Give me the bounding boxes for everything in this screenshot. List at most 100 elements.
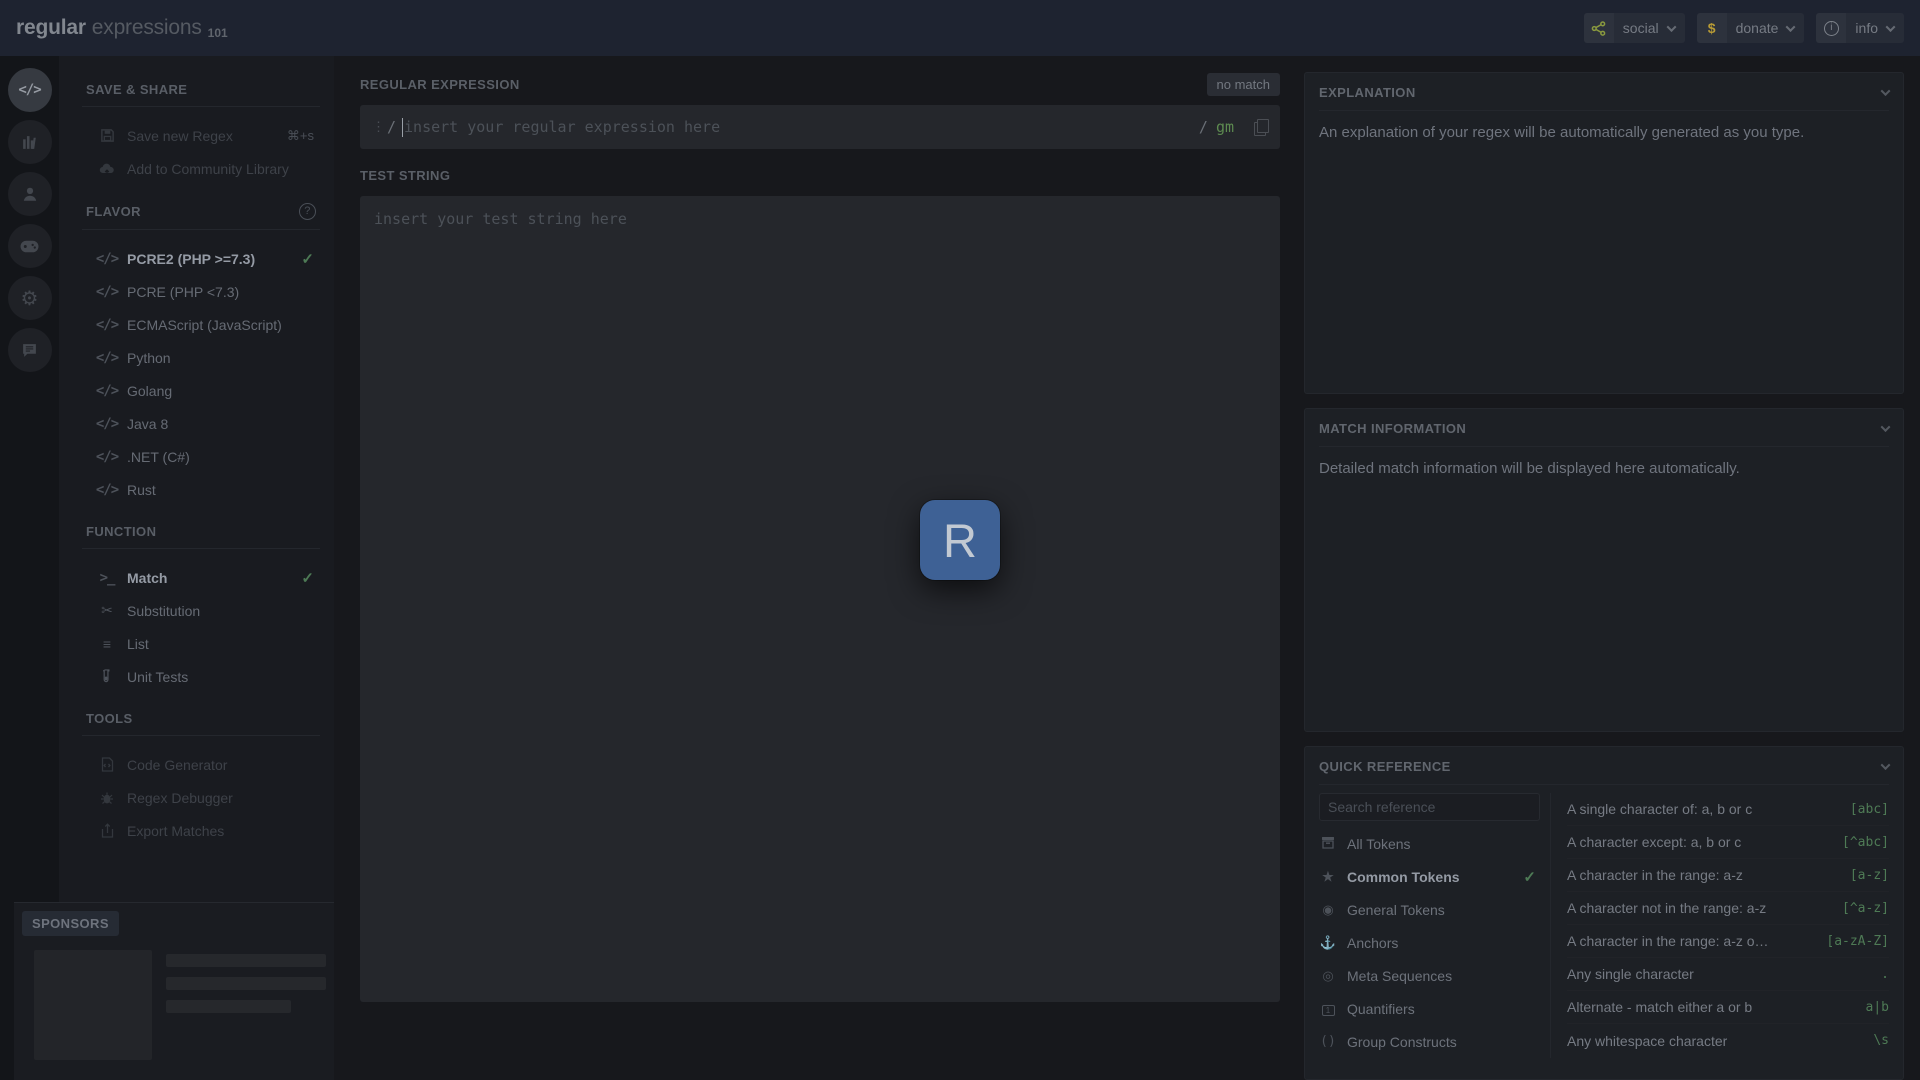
sponsor-skeleton-lines: [166, 950, 326, 1060]
account-tab[interactable]: [8, 172, 52, 216]
regex-open-delimiter: /: [387, 118, 396, 136]
feedback-tab[interactable]: [8, 328, 52, 372]
flavor-item-python[interactable]: </> Python: [86, 341, 320, 374]
category-quantifiers[interactable]: 1 Quantifiers: [1319, 992, 1540, 1025]
code-icon: </>: [18, 82, 40, 98]
category-meta-sequences[interactable]: ◎ Meta Sequences: [1319, 959, 1540, 992]
add-to-community-library-button[interactable]: Add to Community Library: [86, 152, 320, 185]
category-all-tokens[interactable]: All Tokens: [1319, 827, 1540, 860]
social-dropdown-button[interactable]: social: [1584, 13, 1685, 43]
tools-section-title: TOOLS: [86, 711, 320, 726]
delimiter-menu-icon[interactable]: ⋮: [372, 120, 385, 135]
flavor-item-golang[interactable]: </> Golang: [86, 374, 320, 407]
collapse-chevron-icon[interactable]: [1881, 760, 1891, 770]
check-icon: ✓: [1523, 868, 1536, 886]
header-nav: social $ donate i info: [1584, 13, 1904, 43]
explanation-title: EXPLANATION: [1319, 85, 1416, 100]
sponsor-skeleton-line: [166, 1000, 291, 1013]
function-item-unit-tests[interactable]: Unit Tests: [86, 660, 320, 693]
logo-word-expressions: expressions: [92, 16, 202, 40]
match-information-title: MATCH INFORMATION: [1319, 421, 1466, 436]
tools-item-regex-debugger[interactable]: Regex Debugger: [86, 781, 320, 814]
category-group-constructs[interactable]: () Group Constructs: [1319, 1025, 1540, 1058]
quick-reference-categories: All Tokens ★ Common Tokens ✓ ◉ General T…: [1319, 793, 1551, 1058]
test-string-input[interactable]: insert your test string here: [360, 196, 1280, 1002]
save-shortcut: ⌘+s: [287, 128, 314, 144]
logo-letter: R: [943, 513, 977, 568]
quick-reference-card: QUICK REFERENCE All Tokens: [1304, 746, 1904, 1080]
regex-flags[interactable]: gm: [1216, 118, 1234, 136]
gear-icon: ⚙: [21, 286, 39, 311]
regex-close-delimiter: /: [1199, 118, 1208, 136]
match-status-badge: no match: [1207, 73, 1280, 96]
reference-entry[interactable]: Any whitespace character \s: [1567, 1024, 1889, 1057]
search-reference-input[interactable]: [1319, 793, 1540, 821]
chevron-down-icon: [1666, 22, 1676, 32]
category-anchors[interactable]: ⚓ Anchors: [1319, 926, 1540, 959]
logo-word-regular: regular: [16, 16, 86, 40]
divider: [82, 548, 320, 549]
chat-icon: [21, 342, 38, 359]
collapse-chevron-icon[interactable]: [1881, 422, 1891, 432]
loading-logo: R: [920, 500, 1000, 580]
reference-entry[interactable]: A character in the range: a-z [a-z]: [1567, 859, 1889, 892]
function-item-match[interactable]: >_ Match ✓: [86, 561, 320, 594]
add-to-community-label: Add to Community Library: [127, 161, 289, 177]
reference-entry[interactable]: A single character of: a, b or c [abc]: [1567, 793, 1889, 826]
quick-reference-entries: A single character of: a, b or c [abc] A…: [1551, 793, 1889, 1058]
category-common-tokens[interactable]: ★ Common Tokens ✓: [1319, 860, 1540, 893]
scissors-icon: ✂: [97, 602, 117, 619]
regex-input[interactable]: ⋮ / insert your regular expression here …: [360, 105, 1280, 149]
match-information-body: Detailed match information will be displ…: [1319, 447, 1889, 477]
function-item-list[interactable]: ≡ List: [86, 627, 320, 660]
reference-entry[interactable]: A character except: a, b or c [^abc]: [1567, 826, 1889, 859]
donate-dropdown-button[interactable]: $ donate: [1697, 13, 1805, 43]
check-icon: ✓: [301, 569, 314, 587]
reference-entry[interactable]: Any single character .: [1567, 958, 1889, 991]
export-icon: [97, 823, 117, 838]
reference-entry[interactable]: A character not in the range: a-z [^a-z]: [1567, 892, 1889, 925]
copy-icon[interactable]: [1254, 119, 1268, 135]
flavor-item-pcre[interactable]: </> PCRE (PHP <7.3): [86, 275, 320, 308]
dollar-icon: $: [1697, 13, 1727, 43]
reference-entry[interactable]: A character in the range: a-z o… [a-zA-Z…: [1567, 925, 1889, 958]
divider: [82, 106, 320, 107]
sponsor-skeleton-line: [166, 954, 326, 967]
tools-item-export-matches[interactable]: Export Matches: [86, 814, 320, 847]
test-string-placeholder: insert your test string here: [374, 210, 627, 228]
flavor-item-rust[interactable]: </> Rust: [86, 473, 320, 506]
flavor-item-dotnet[interactable]: </> .NET (C#): [86, 440, 320, 473]
regex-editor-tab[interactable]: </>: [8, 68, 52, 112]
flavor-item-ecmascript[interactable]: </> ECMAScript (JavaScript): [86, 308, 320, 341]
gamepad-icon: [20, 237, 39, 256]
flavor-section-title: FLAVOR ?: [86, 203, 320, 220]
testtube-icon: [97, 669, 117, 684]
library-icon: [21, 134, 38, 151]
chevron-down-icon: [1886, 22, 1896, 32]
settings-tab[interactable]: ⚙: [8, 276, 52, 320]
explanation-body: An explanation of your regex will be aut…: [1319, 111, 1889, 141]
code-icon: </>: [97, 482, 117, 498]
regex-quiz-tab[interactable]: [8, 224, 52, 268]
terminal-icon: >_: [97, 570, 117, 586]
quantity-icon: 1: [1319, 1001, 1337, 1016]
info-dropdown-button[interactable]: i info: [1816, 13, 1904, 43]
tools-item-code-generator[interactable]: Code Generator: [86, 748, 320, 781]
divider: [82, 735, 320, 736]
regex-section-title: REGULAR EXPRESSION: [360, 77, 520, 92]
flavor-item-pcre2[interactable]: </> PCRE2 (PHP >=7.3) ✓: [86, 242, 320, 275]
site-logo[interactable]: regular expressions 101: [16, 16, 228, 40]
save-new-regex-label: Save new Regex: [127, 128, 233, 144]
reference-entry[interactable]: Alternate - match either a or b a|b: [1567, 991, 1889, 1024]
code-icon: </>: [97, 284, 117, 300]
save-new-regex-button[interactable]: Save new Regex ⌘+s: [86, 119, 320, 152]
flavor-item-java8[interactable]: </> Java 8: [86, 407, 320, 440]
test-string-section-title: TEST STRING: [360, 168, 450, 183]
collapse-chevron-icon[interactable]: [1881, 86, 1891, 96]
right-panel: EXPLANATION An explanation of your regex…: [1304, 56, 1904, 1080]
category-general-tokens[interactable]: ◉ General Tokens: [1319, 893, 1540, 926]
code-icon: </>: [97, 350, 117, 366]
flavor-help-icon[interactable]: ?: [299, 203, 316, 220]
community-library-tab[interactable]: [8, 120, 52, 164]
function-item-substitution[interactable]: ✂ Substitution: [86, 594, 320, 627]
